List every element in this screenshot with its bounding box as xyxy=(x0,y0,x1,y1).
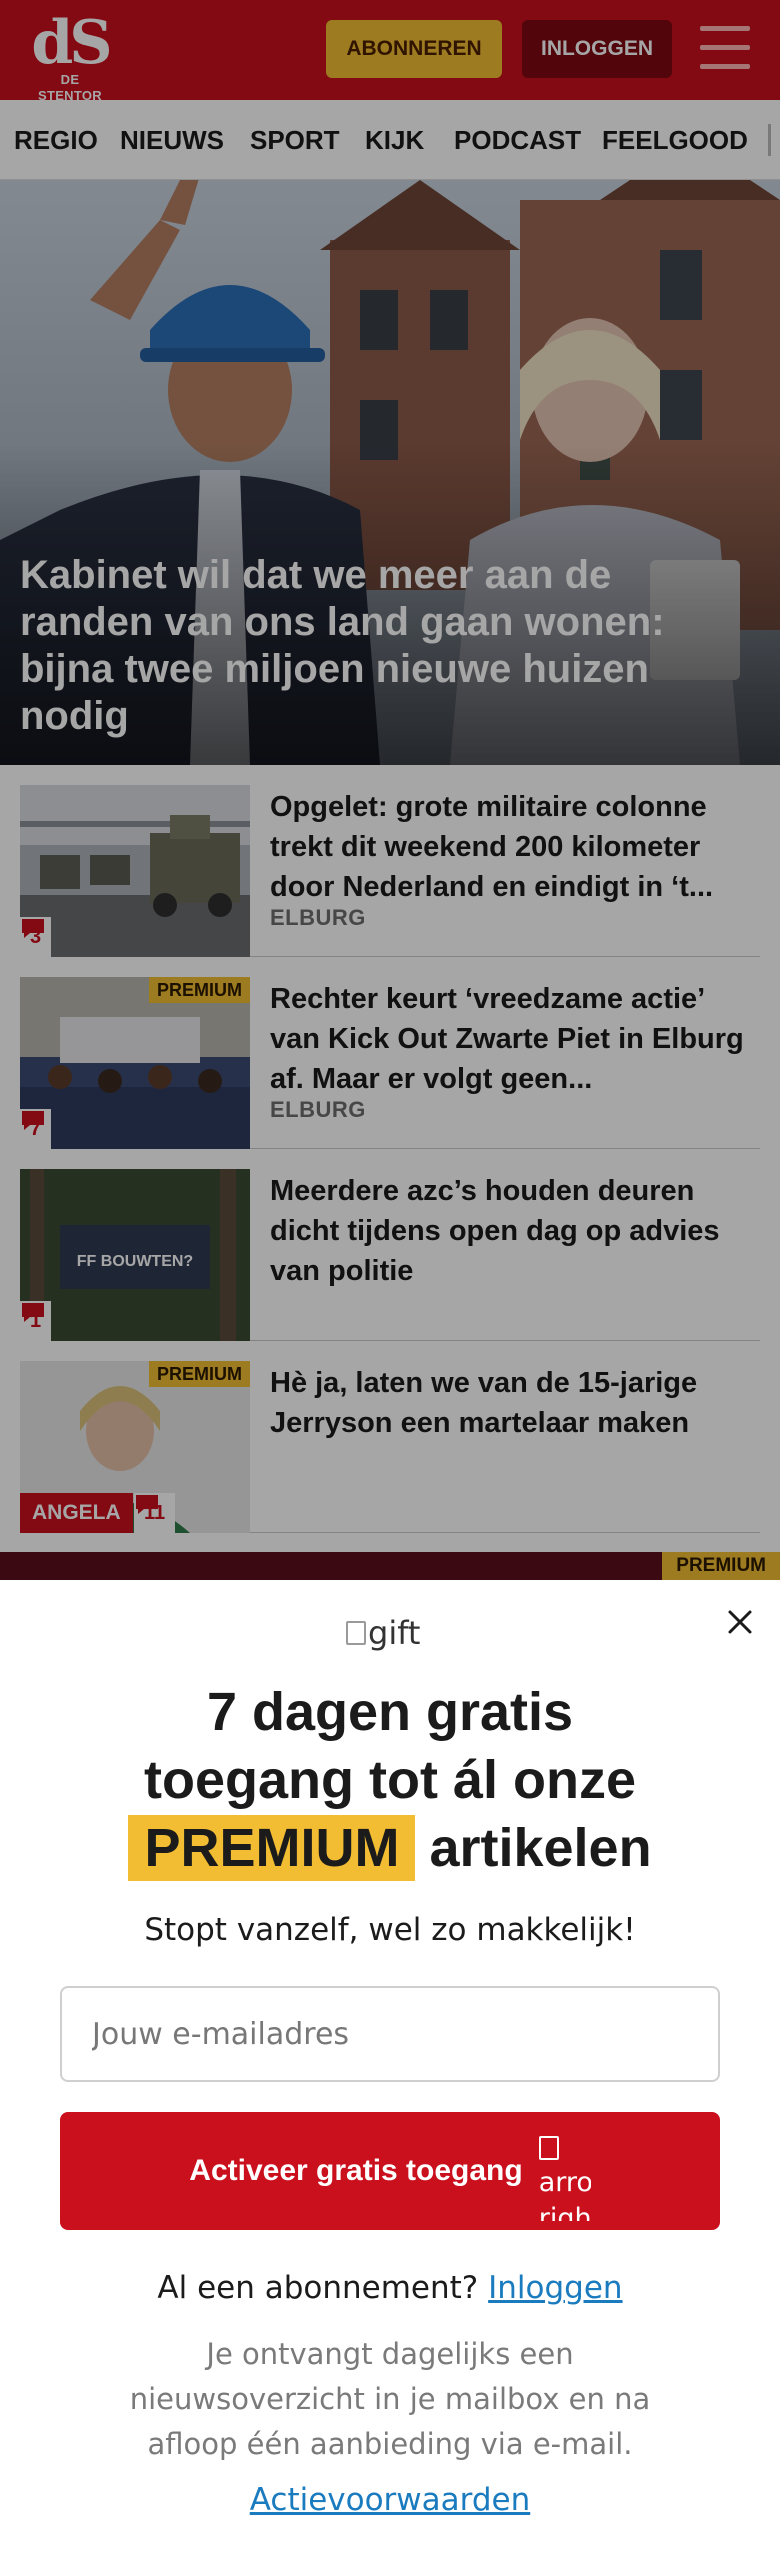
modal-title-line3: PREMIUM artikelen xyxy=(0,1814,780,1882)
gift-icon: gift xyxy=(346,1614,420,1652)
broken-image-icon xyxy=(346,1621,366,1645)
login-question: Al een abonnement? xyxy=(157,2270,479,2306)
premium-highlight: PREMIUM xyxy=(128,1815,416,1881)
terms-link[interactable]: Actievoorwaarden xyxy=(0,2482,780,2518)
arrow-right-icon: arrow right xyxy=(538,2121,591,2221)
login-link[interactable]: Inloggen xyxy=(488,2270,622,2306)
login-prompt: Al een abonnement? Inloggen xyxy=(0,2270,780,2306)
broken-image-icon xyxy=(538,2135,559,2160)
email-field[interactable] xyxy=(60,1986,720,2082)
arrow-alt-text: arrow right xyxy=(538,2167,591,2221)
modal-backdrop[interactable] xyxy=(0,0,780,1580)
premium-trial-modal: gift 7 dagen gratis toegang tot ál onze … xyxy=(0,1580,780,2560)
modal-title-line2: toegang tot ál onze xyxy=(144,1750,636,1810)
modal-title: 7 dagen gratis toegang tot ál onze xyxy=(0,1678,780,1814)
gift-alt-text: gift xyxy=(368,1614,421,1652)
modal-subtitle: Stopt vanzelf, wel zo makkelijk! xyxy=(144,1912,636,1948)
activate-button[interactable]: Activeer gratis toegang arrow right xyxy=(60,2112,720,2230)
modal-title-rest: artikelen xyxy=(429,1818,652,1878)
activate-button-label: Activeer gratis toegang xyxy=(189,2154,523,2187)
modal-title-line1: 7 dagen gratis xyxy=(206,1682,574,1742)
newsletter-disclaimer: Je ontvangt dagelijks een nieuwsoverzich… xyxy=(129,2337,651,2461)
close-icon[interactable] xyxy=(720,1602,760,1642)
